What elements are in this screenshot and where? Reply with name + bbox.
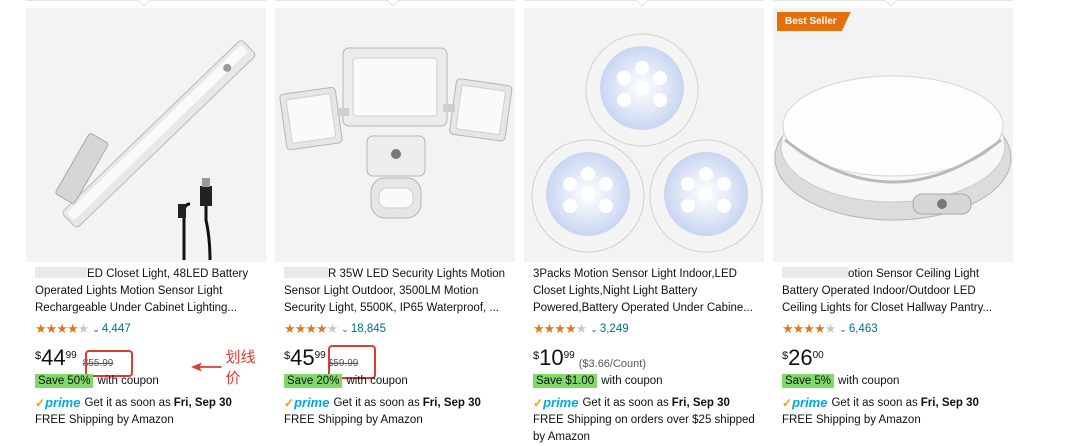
product-image[interactable] [26,8,266,262]
save-badge[interactable]: Save 5% [782,374,835,388]
arrow-left-icon [191,362,222,372]
prime-delivery: ✓ prime Get it as soon as Fri, Sep 30 [782,395,979,410]
shipping-info: FREE Shipping by Amazon [782,414,921,426]
checkmark-icon: ✓ [284,395,295,410]
rating-row[interactable]: ★★★★★ ⌄ 6,463 [782,321,878,337]
star-icon: ★★★★★ [284,321,338,336]
card-top-border [26,0,266,7]
product-card-1[interactable]: ED Closet Light, 48LED Battery Operated … [26,0,266,435]
chevron-down-icon[interactable]: ⌄ [92,324,100,335]
annotation: 划线价 [191,346,266,388]
shipping-info: FREE Shipping by Amazon [284,414,423,426]
unit-price: ($3.66/Count) [578,358,646,370]
redacted-brand [284,267,328,278]
shipping-info: FREE Shipping on orders over $25 shipped… [533,414,755,443]
card-top-border [773,0,1013,7]
card-top-border [275,0,515,7]
save-badge[interactable]: Save 20% [284,374,343,388]
product-image[interactable] [524,8,764,262]
product-title[interactable]: ED Closet Light, 48LED Battery Operated … [35,266,263,317]
review-count[interactable]: 6,463 [849,323,878,335]
rating-row[interactable]: ★★★★★ ⌄ 4,447 [35,321,131,337]
coupon-row[interactable]: Save $1.00 with coupon [533,374,663,388]
card-top-border [524,0,764,7]
redacted-brand [35,267,87,278]
product-image[interactable] [275,8,515,262]
checkmark-icon: ✓ [35,395,46,410]
shipping-info: FREE Shipping by Amazon [35,414,174,426]
redacted-brand [782,267,848,278]
review-count[interactable]: 18,845 [351,323,386,335]
checkmark-icon: ✓ [782,395,793,410]
price[interactable]: $ 10 99 ($3.66/Count) [533,346,646,372]
coupon-row[interactable]: Save 50% with coupon [35,374,159,388]
star-icon: ★★★★★ [533,321,587,336]
checkmark-icon: ✓ [533,395,544,410]
product-title[interactable]: otion Sensor Ceiling Light Battery Opera… [782,266,1010,317]
product-card-3[interactable]: 3Packs Motion Sensor Light Indoor,LED Cl… [524,0,764,443]
highlight-box [85,350,133,377]
coupon-row[interactable]: Save 5% with coupon [782,374,899,388]
save-badge[interactable]: Save 50% [35,374,94,388]
prime-delivery: ✓ prime Get it as soon as Fri, Sep 30 [284,395,481,410]
price[interactable]: $ 26 00 [782,346,824,372]
product-card-2[interactable]: R 35W LED Security Lights Motion Sensor … [275,0,515,435]
star-icon: ★★★★★ [35,321,89,336]
prime-delivery: ✓ prime Get it as soon as Fri, Sep 30 [533,395,730,410]
coupon-row[interactable]: Save 20% with coupon [284,374,408,388]
product-title[interactable]: R 35W LED Security Lights Motion Sensor … [284,266,512,317]
rating-row[interactable]: ★★★★★ ⌄ 3,249 [533,321,629,337]
chevron-down-icon[interactable]: ⌄ [590,324,598,335]
product-image[interactable] [773,8,1013,262]
product-title[interactable]: 3Packs Motion Sensor Light Indoor,LED Cl… [533,266,761,317]
review-count[interactable]: 4,447 [102,323,131,335]
chevron-down-icon[interactable]: ⌄ [839,324,847,335]
best-seller-badge: Best Seller [777,12,851,31]
chevron-down-icon[interactable]: ⌄ [341,324,349,335]
review-count[interactable]: 3,249 [600,323,629,335]
save-badge[interactable]: Save $1.00 [533,374,598,388]
star-icon: ★★★★★ [782,321,836,336]
product-card-4[interactable]: Best Seller otion Sensor Ceiling Light B… [773,0,1013,435]
rating-row[interactable]: ★★★★★ ⌄ 18,845 [284,321,386,337]
prime-delivery: ✓ prime Get it as soon as Fri, Sep 30 [35,395,232,410]
